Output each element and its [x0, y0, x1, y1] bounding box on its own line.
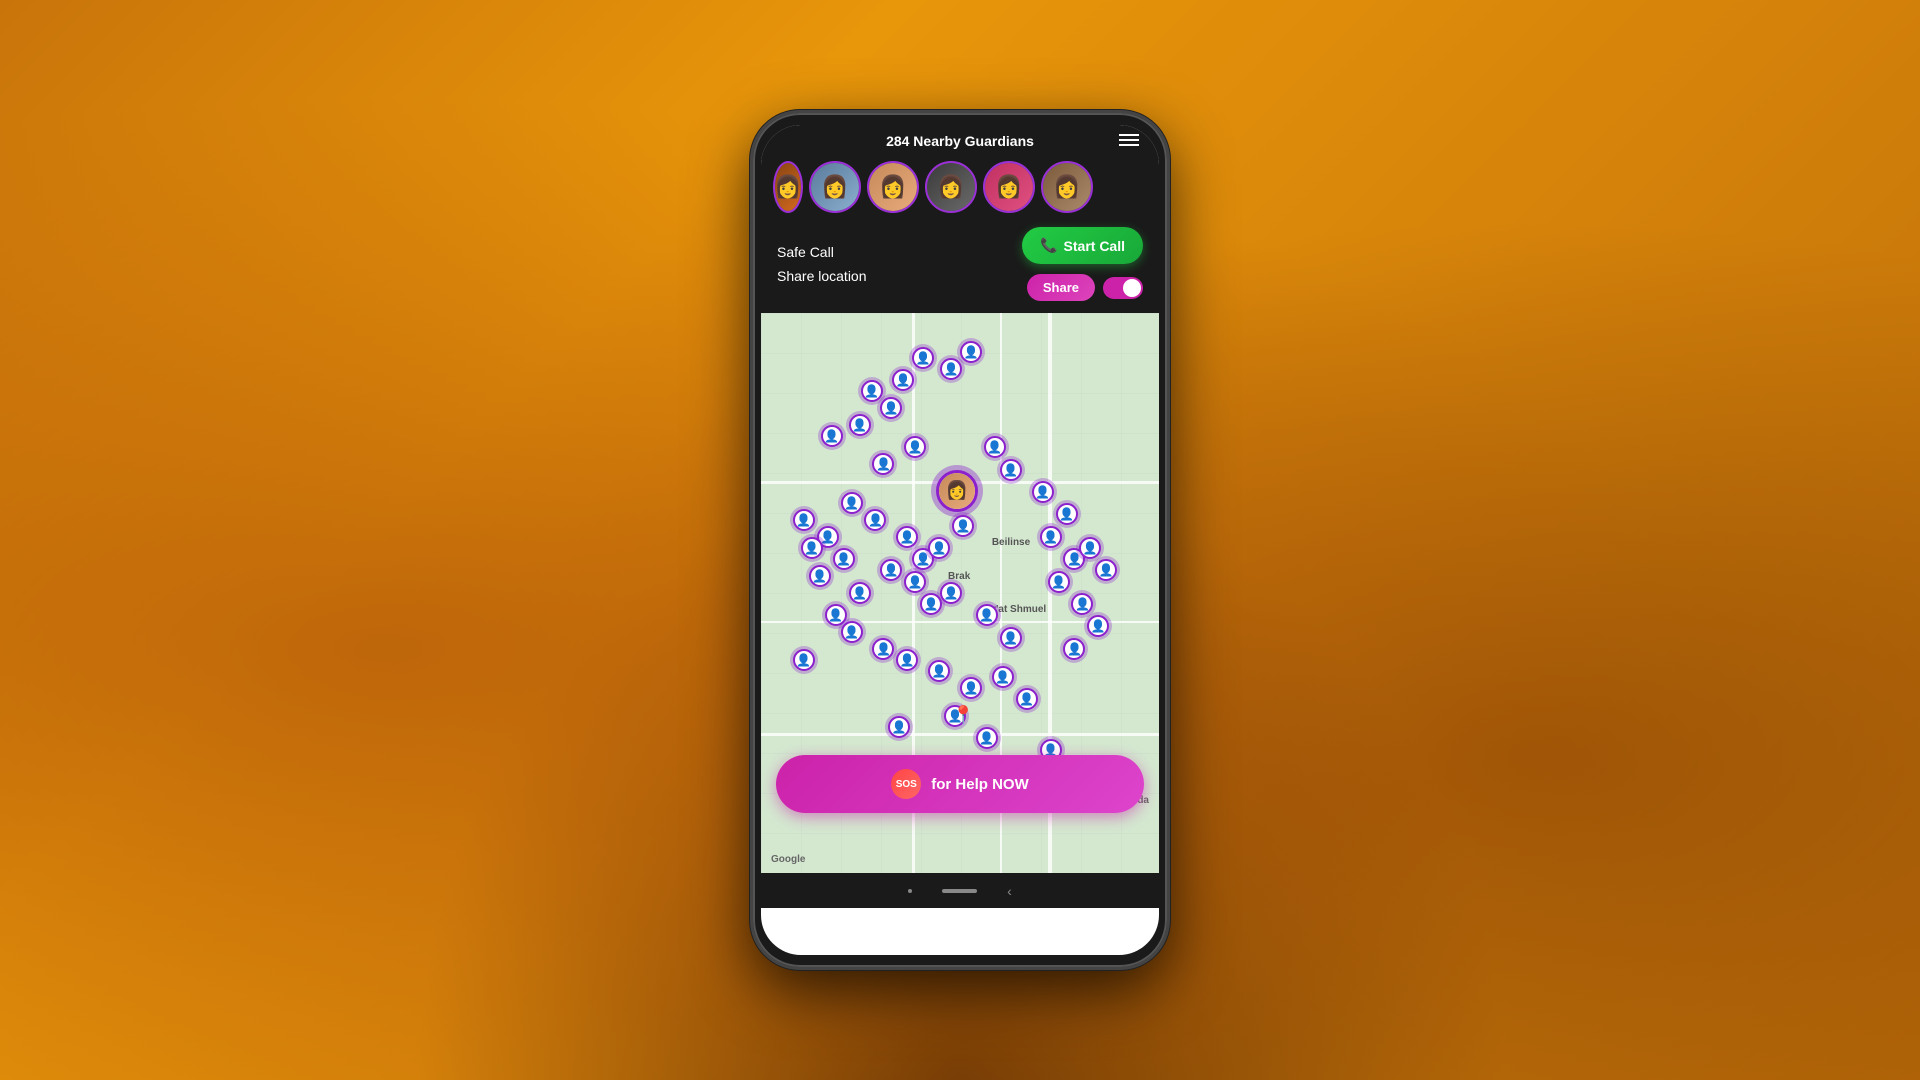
avatar-3[interactable]: 👩 [925, 161, 977, 213]
share-location-toggle[interactable] [1103, 277, 1143, 299]
help-now-button[interactable]: SOS for Help NOW [776, 755, 1144, 813]
guardian-marker-45[interactable]: 👤 [1000, 627, 1022, 649]
road-h3 [761, 733, 1159, 736]
guardian-marker-41[interactable]: 👤 [992, 666, 1014, 688]
guardian-marker-20[interactable]: 👤 [928, 537, 950, 559]
help-now-label: for Help NOW [931, 776, 1029, 793]
google-watermark: Google [771, 854, 805, 865]
toggle-knob [1123, 279, 1141, 297]
guardian-marker-2[interactable]: 👤 [960, 341, 982, 363]
share-button[interactable]: Share [1027, 274, 1095, 301]
share-location-row: Share location [777, 268, 867, 284]
guardian-marker-36[interactable]: 👤 [841, 621, 863, 643]
phone-frame: 284 Nearby Guardians 👩 👩 👩 [750, 110, 1170, 970]
map-label-beilinse: Beilinse [992, 537, 1030, 548]
location-pin: 📍 [952, 705, 974, 726]
top-bar: 284 Nearby Guardians [761, 125, 1159, 155]
guardian-marker-28[interactable]: 👤 [1040, 526, 1062, 548]
safe-call-label: Safe Call [777, 244, 834, 260]
map-area[interactable]: Beilinse Brak Giv'at Shmuel 👩 👤 👤 👤 👤 👤 … [761, 313, 1159, 873]
left-controls: Safe Call Share location [777, 244, 867, 284]
start-call-label: Start Call [1064, 238, 1125, 254]
nav-dot-1 [908, 889, 912, 893]
safe-call-row: Safe Call [777, 244, 867, 260]
nav-home-bar [942, 889, 977, 893]
guardian-marker-21[interactable]: 👤 [952, 515, 974, 537]
guardian-marker-8[interactable]: 👤 [821, 425, 843, 447]
guardian-marker-40[interactable]: 👤 [960, 677, 982, 699]
guardian-marker-48[interactable]: 👤 [849, 582, 871, 604]
share-controls: Share [1027, 274, 1143, 301]
phone-wrapper: 284 Nearby Guardians 👩 👩 👩 [750, 110, 1170, 970]
phone-screen: 284 Nearby Guardians 👩 👩 👩 [761, 125, 1159, 955]
avatar-4[interactable]: 👩 [983, 161, 1035, 213]
guardian-marker-14[interactable]: 👤 [833, 548, 855, 570]
guardian-marker-23[interactable]: 👤 [904, 571, 926, 593]
sos-icon: SOS [891, 769, 921, 799]
guardian-marker-50[interactable]: 👤 [793, 649, 815, 671]
avatar-partial[interactable]: 👩 [773, 161, 803, 213]
guardian-marker-5[interactable]: 👤 [861, 380, 883, 402]
guardian-marker-47[interactable]: 👤 [984, 436, 1006, 458]
guardian-marker-27[interactable]: 👤 [1056, 503, 1078, 525]
bottom-nav: ‹ [761, 873, 1159, 908]
guardian-marker-49[interactable]: 👤 [825, 604, 847, 626]
nav-back-button[interactable]: ‹ [1007, 883, 1012, 899]
start-call-button[interactable]: 📞 Start Call [1022, 227, 1143, 264]
guardian-marker-42[interactable]: 👤 [1016, 688, 1038, 710]
guardian-marker-18[interactable]: 👤 [896, 526, 918, 548]
guardian-marker-13[interactable]: 👤 [801, 537, 823, 559]
guardian-marker-1[interactable]: 👤 [912, 347, 934, 369]
guardian-marker-30[interactable]: 👤 [1048, 571, 1070, 593]
featured-guardian-marker[interactable]: 👩 [936, 470, 978, 512]
map-label-brak: Brak [948, 571, 970, 582]
guardian-marker-16[interactable]: 👤 [841, 492, 863, 514]
guardian-marker-7[interactable]: 👤 [849, 414, 871, 436]
nearby-guardians-title: 284 Nearby Guardians [886, 133, 1034, 149]
avatar-5[interactable]: 👩 [1041, 161, 1093, 213]
guardian-marker-11[interactable]: 👤 [793, 509, 815, 531]
avatars-row: 👩 👩 👩 👩 👩 👩 [761, 155, 1159, 221]
guardian-marker-26[interactable]: 👤 [1032, 481, 1054, 503]
featured-avatar: 👩 [939, 473, 975, 509]
avatar-2[interactable]: 👩 [867, 161, 919, 213]
guardian-marker-15[interactable]: 👤 [809, 565, 831, 587]
guardian-marker-46[interactable]: 👤 [1000, 459, 1022, 481]
phone-icon: 📞 [1040, 237, 1057, 254]
right-controls: 📞 Start Call Share [1022, 227, 1143, 301]
guardian-marker-44[interactable]: 👤 [976, 604, 998, 626]
guardian-marker-3[interactable]: 👤 [940, 358, 962, 380]
share-location-label: Share location [777, 268, 867, 284]
guardian-marker-25[interactable]: 👤 [940, 582, 962, 604]
hamburger-menu-icon[interactable] [1119, 134, 1139, 146]
avatar-1[interactable]: 👩 [809, 161, 861, 213]
controls-area: Safe Call Share location 📞 Start Call Sh… [761, 221, 1159, 313]
